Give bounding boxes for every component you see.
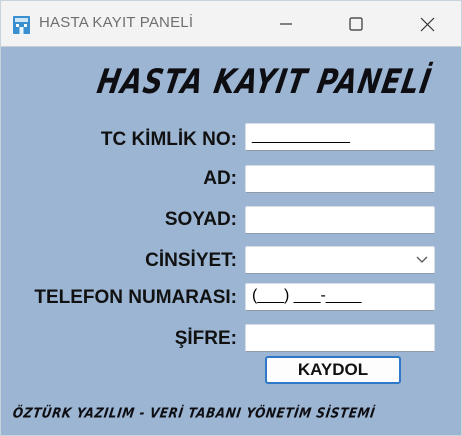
app-window: HASTA KAYIT PANELİ HASTA KAYIT PANELİ TC… xyxy=(0,0,462,436)
soyad-label: SOYAD: xyxy=(164,209,237,230)
footer-text: ÖZTÜRK YAZILIM - VERİ TABANI YÖNETİM SİS… xyxy=(11,405,377,422)
minimize-icon xyxy=(280,23,292,25)
cinsiyet-label: CİNSİYET: xyxy=(145,250,237,271)
telefon-label: TELEFON NUMARASI: xyxy=(34,287,237,308)
tc-kimlik-label: TC KİMLİK NO: xyxy=(100,129,237,150)
chevron-down-icon xyxy=(416,256,428,263)
hospital-building-icon xyxy=(12,15,31,35)
telefon-input[interactable]: (___) ___-____ xyxy=(245,283,435,311)
maximize-button[interactable] xyxy=(333,1,379,47)
kaydol-button[interactable]: KAYDOL xyxy=(265,356,401,384)
maximize-icon xyxy=(349,17,363,31)
cinsiyet-dropdown[interactable] xyxy=(245,246,435,274)
window-title: HASTA KAYIT PANELİ xyxy=(39,14,194,31)
soyad-input[interactable] xyxy=(245,206,435,234)
tc-kimlik-mask: ___________ xyxy=(252,127,350,144)
ad-input[interactable] xyxy=(245,165,435,193)
tc-kimlik-input[interactable]: ___________ xyxy=(245,123,435,151)
sifre-label: ŞİFRE: xyxy=(174,328,237,349)
sifre-input[interactable] xyxy=(245,324,435,352)
title-bar[interactable]: HASTA KAYIT PANELİ xyxy=(1,1,461,47)
close-icon xyxy=(420,17,435,32)
ad-label: AD: xyxy=(203,168,237,189)
telefon-mask: (___) ___-____ xyxy=(252,287,362,304)
close-button[interactable] xyxy=(405,1,451,47)
form-heading: HASTA KAYIT PANELİ xyxy=(94,63,435,102)
minimize-button[interactable] xyxy=(269,1,315,47)
